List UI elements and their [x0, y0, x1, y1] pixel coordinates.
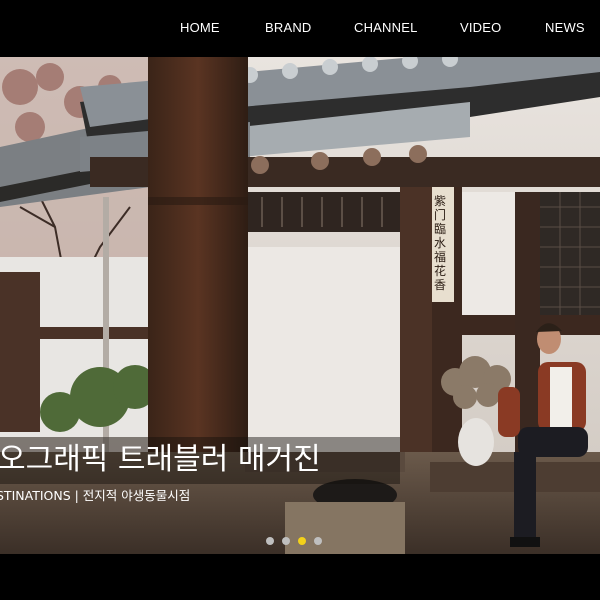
slide-subtitle[interactable]: STINATIONS | 전지적 야생동물시점: [0, 487, 190, 505]
slide-dot-2[interactable]: [282, 537, 290, 545]
hanja-plaque: 紫门臨水福花香: [434, 194, 447, 292]
nav-item-video[interactable]: VIDEO: [460, 20, 501, 35]
nav-item-brand[interactable]: BRAND: [265, 20, 312, 35]
main-menu: HOME BRAND CHANNEL VIDEO NEWS: [155, 0, 600, 57]
nav-item-channel[interactable]: CHANNEL: [354, 20, 418, 35]
slide-title[interactable]: 오그래픽 트래블러 매거진: [0, 442, 321, 478]
slider-pagination: [266, 537, 326, 547]
page-bottom-area: [0, 554, 600, 600]
slide-dot-3[interactable]: [298, 537, 306, 545]
top-navigation-bar: HOME BRAND CHANNEL VIDEO NEWS: [0, 0, 600, 57]
hero-slider[interactable]: 紫门臨水福花香 오그래픽 트래블러 매거진 STINATIONS | 전지적 야…: [0, 57, 600, 554]
slide-dot-4[interactable]: [314, 537, 322, 545]
nav-item-news[interactable]: NEWS: [545, 20, 585, 35]
nav-item-home[interactable]: HOME: [180, 20, 220, 35]
slide-dot-1[interactable]: [266, 537, 274, 545]
